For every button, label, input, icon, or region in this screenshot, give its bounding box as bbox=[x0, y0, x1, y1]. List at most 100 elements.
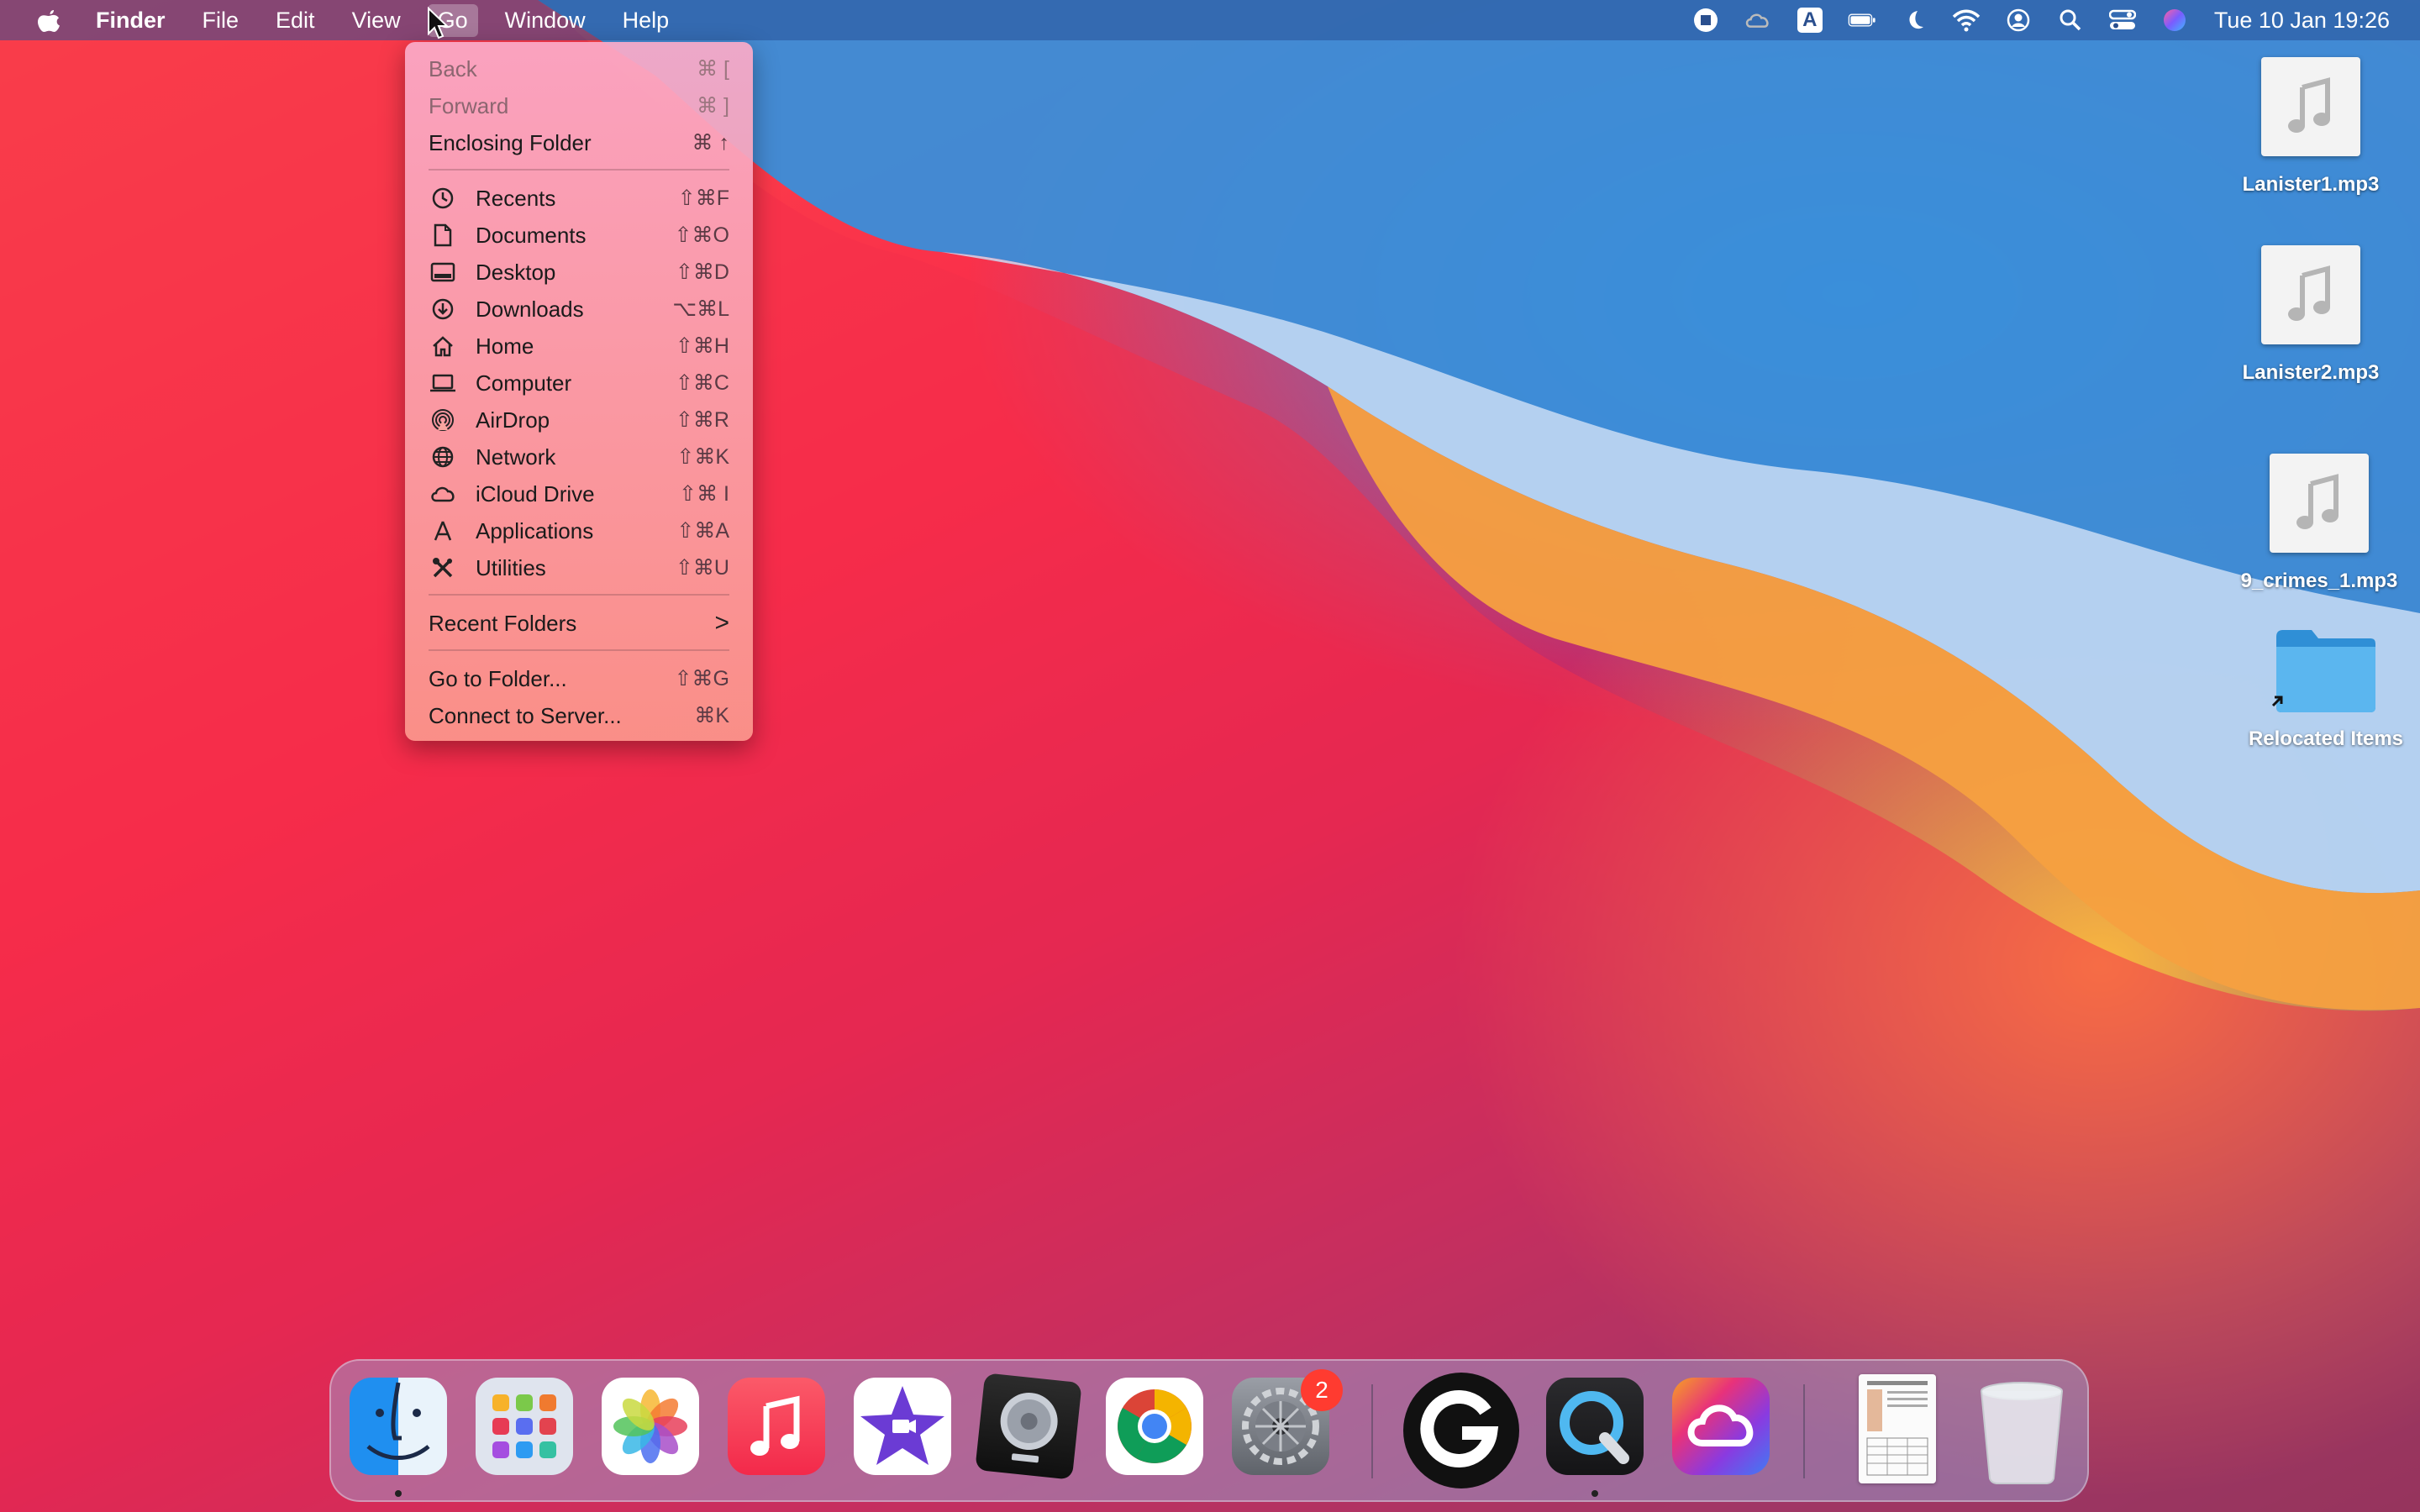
menu-file[interactable]: File bbox=[203, 8, 239, 34]
menubar-clock[interactable]: Tue 10 Jan 19:26 bbox=[2214, 8, 2390, 34]
menu-item-label: AirDrop bbox=[476, 407, 550, 433]
menu-bar: Finder File Edit View Go Window Help A T… bbox=[0, 0, 2420, 40]
notification-badge: 2 bbox=[1301, 1369, 1343, 1411]
menu-item-shortcut: ⇧⌘R bbox=[675, 408, 729, 432]
dock-app-logitech-g-hub[interactable] bbox=[1403, 1373, 1519, 1488]
trash-icon bbox=[1981, 1382, 2063, 1484]
desktop-item-label: Lanister1.mp3 bbox=[2242, 173, 2380, 196]
menu-item-label: Recent Folders bbox=[429, 610, 577, 636]
dock-app-quicktime-player[interactable] bbox=[1546, 1378, 1644, 1475]
menu-item-shortcut: ⇧⌘U bbox=[675, 556, 729, 580]
menu-item-enclosing-folder[interactable]: Enclosing Folder ⌘ ↑ bbox=[429, 124, 729, 161]
stop-recording-icon[interactable] bbox=[1691, 8, 1720, 33]
dock-divider bbox=[1371, 1384, 1373, 1478]
menu-item-desktop[interactable]: Desktop ⇧⌘D bbox=[429, 254, 729, 291]
desktop-file-lanister1[interactable]: Lanister1.mp3 bbox=[2218, 57, 2403, 197]
desktop-wallpaper bbox=[0, 0, 2420, 1512]
menu-item-connect-to-server[interactable]: Connect to Server... ⌘K bbox=[429, 697, 729, 734]
menu-item-label: Applications bbox=[476, 517, 594, 543]
menu-item-icloud-drive[interactable]: iCloud Drive ⇧⌘ I bbox=[429, 475, 729, 512]
menu-item-recent-folders[interactable]: Recent Folders > bbox=[429, 605, 729, 642]
menu-separator bbox=[429, 649, 729, 651]
running-indicator bbox=[1591, 1490, 1598, 1497]
spotlight-search-icon[interactable] bbox=[2056, 8, 2085, 33]
desktop-folder-relocated-items[interactable]: Relocated Items bbox=[2233, 625, 2418, 751]
tools-icon bbox=[429, 555, 457, 580]
menu-window[interactable]: Window bbox=[505, 8, 586, 34]
dock-divider bbox=[1803, 1384, 1805, 1478]
menu-item-recents[interactable]: Recents ⇧⌘F bbox=[429, 180, 729, 217]
menu-item-downloads[interactable]: Downloads ⌥⌘L bbox=[429, 291, 729, 328]
desktop-icon bbox=[429, 260, 457, 285]
dock-recent-document[interactable] bbox=[1859, 1374, 1936, 1483]
dock-app-music[interactable] bbox=[728, 1378, 825, 1475]
wifi-icon[interactable] bbox=[1952, 8, 1981, 33]
audio-file-icon bbox=[2261, 245, 2360, 344]
music-note-icon bbox=[750, 1395, 800, 1456]
menu-item-label: Home bbox=[476, 333, 534, 359]
menu-item-label: Computer bbox=[476, 370, 572, 396]
finder-face-icon bbox=[366, 1382, 430, 1460]
menu-item-shortcut: ⇧⌘ I bbox=[679, 482, 729, 506]
menu-item-label: Utilities bbox=[476, 554, 546, 580]
menu-item-computer[interactable]: Computer ⇧⌘C bbox=[429, 365, 729, 402]
menu-item-documents[interactable]: Documents ⇧⌘O bbox=[429, 217, 729, 254]
focus-moon-icon[interactable] bbox=[1900, 8, 1928, 33]
laptop-icon bbox=[429, 370, 457, 396]
siri-icon[interactable] bbox=[2160, 8, 2189, 33]
applications-icon bbox=[429, 518, 457, 543]
menu-item-shortcut: ⇧⌘H bbox=[675, 334, 729, 358]
dock: 2 bbox=[329, 1359, 2089, 1502]
running-indicator bbox=[395, 1490, 402, 1497]
menu-item-label: Network bbox=[476, 444, 556, 470]
menu-item-label: Connect to Server... bbox=[429, 702, 622, 728]
menu-item-applications[interactable]: Applications ⇧⌘A bbox=[429, 512, 729, 549]
menu-view[interactable]: View bbox=[352, 8, 401, 34]
desktop-item-label: 9_crimes_1.mp3 bbox=[2240, 570, 2398, 592]
menu-item-back[interactable]: Back ⌘ [ bbox=[429, 50, 729, 87]
launchpad-grid-icon bbox=[492, 1394, 556, 1458]
menu-item-label: Documents bbox=[476, 222, 587, 248]
document-thumbnail-icon bbox=[1866, 1381, 1928, 1476]
menu-item-shortcut: ⇧⌘K bbox=[676, 445, 729, 469]
input-source-icon[interactable]: A bbox=[1796, 8, 1824, 33]
desktop-file-lanister2[interactable]: Lanister2.mp3 bbox=[2218, 245, 2403, 385]
menu-item-airdrop[interactable]: AirDrop ⇧⌘R bbox=[429, 402, 729, 438]
menu-item-label: Back bbox=[429, 55, 477, 81]
menu-item-home[interactable]: Home ⇧⌘H bbox=[429, 328, 729, 365]
document-icon bbox=[429, 223, 457, 248]
menu-app-name[interactable]: Finder bbox=[96, 8, 166, 34]
menu-edit[interactable]: Edit bbox=[276, 8, 315, 34]
dock-app-launchpad[interactable] bbox=[476, 1378, 573, 1475]
dock-app-photos[interactable] bbox=[602, 1378, 699, 1475]
dock-app-finder[interactable] bbox=[350, 1378, 447, 1475]
menu-item-label: iCloud Drive bbox=[476, 480, 595, 507]
creative-cloud-icon[interactable] bbox=[1744, 8, 1772, 33]
dock-app-imovie[interactable] bbox=[854, 1378, 951, 1475]
dock-trash[interactable] bbox=[1973, 1378, 2070, 1484]
desktop-item-label: Lanister2.mp3 bbox=[2242, 361, 2380, 384]
dock-app-google-chrome[interactable] bbox=[1106, 1378, 1203, 1475]
control-center-icon[interactable] bbox=[2108, 8, 2137, 33]
menu-help[interactable]: Help bbox=[623, 8, 670, 34]
audio-file-icon bbox=[2261, 57, 2360, 156]
menu-item-utilities[interactable]: Utilities ⇧⌘U bbox=[429, 549, 729, 586]
menu-item-forward[interactable]: Forward ⌘ ] bbox=[429, 87, 729, 124]
menu-item-shortcut: ⌘ [ bbox=[697, 57, 729, 81]
dock-app-creative-cloud[interactable] bbox=[1672, 1378, 1770, 1475]
menu-separator bbox=[429, 169, 729, 171]
airdrop-icon bbox=[429, 407, 457, 433]
creative-cloud-app-icon bbox=[1687, 1404, 1754, 1446]
battery-icon[interactable] bbox=[1848, 8, 1876, 33]
go-menu-dropdown: Back ⌘ [ Forward ⌘ ] Enclosing Folder ⌘ … bbox=[405, 42, 753, 741]
quicktime-icon bbox=[1560, 1391, 1629, 1464]
cloud-icon bbox=[429, 481, 457, 507]
desktop-file-9-crimes[interactable]: 9_crimes_1.mp3 bbox=[2227, 454, 2412, 593]
apple-menu-icon[interactable] bbox=[35, 5, 62, 35]
menu-item-go-to-folder[interactable]: Go to Folder... ⇧⌘G bbox=[429, 660, 729, 697]
user-icon[interactable] bbox=[2004, 8, 2033, 33]
menu-item-shortcut: ⌘K bbox=[694, 704, 729, 727]
menu-item-network[interactable]: Network ⇧⌘K bbox=[429, 438, 729, 475]
globe-icon bbox=[429, 444, 457, 470]
dock-app-logic-pro[interactable] bbox=[975, 1373, 1082, 1480]
